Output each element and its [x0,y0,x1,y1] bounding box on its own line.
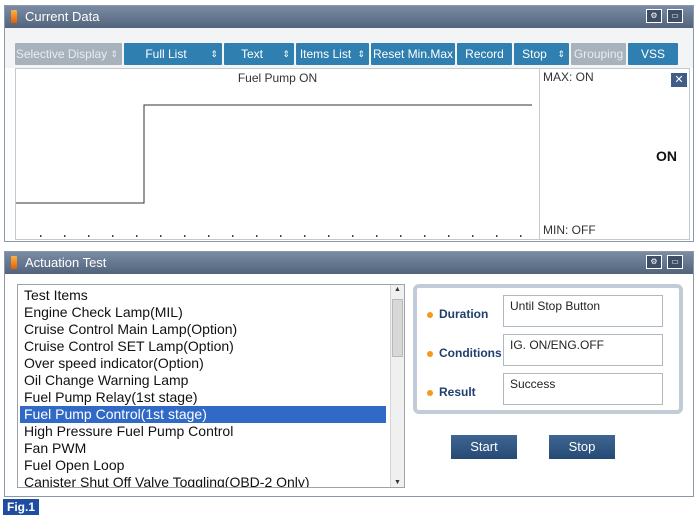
reset-min-max-button[interactable]: Reset Min.Max [371,43,455,65]
list-item[interactable]: Fuel Pump Relay(1st stage) [24,389,198,406]
close-graph-button[interactable]: ✕ [671,73,687,87]
selective-display-button[interactable]: Selective Display ⇕ [15,43,122,65]
maximize-icon[interactable]: ▭ [667,9,683,23]
tick-mark [64,235,66,237]
conditions-value: IG. ON/ENG.OFF [503,334,663,366]
list-header: Test Items [24,287,88,303]
list-item[interactable]: Cruise Control Main Lamp(Option) [24,321,237,338]
tick-mark [280,235,282,237]
list-item[interactable]: Fan PWM [24,440,86,457]
graph-plot [16,104,532,237]
tick-mark [448,235,450,237]
list-item[interactable]: Cruise Control SET Lamp(Option) [24,338,234,355]
grouping-label: Grouping [573,47,624,61]
stop-dropdown-label: Stop [522,47,547,61]
graph-tick-marks [40,235,522,237]
figure-label: Fig.1 [3,499,39,515]
tick-mark [328,235,330,237]
test-items-list: Test Items Engine Check Lamp(MIL) Cruise … [17,284,405,488]
list-item[interactable]: Canister Shut Off Valve Toggling(OBD-2 O… [24,474,310,487]
maximize-icon[interactable]: ▭ [667,255,683,269]
vss-button[interactable]: VSS [628,43,678,65]
tick-mark [520,235,522,237]
graph-value-panel: MAX: ON ✕ ON MIN: OFF [540,68,690,240]
max-label: MAX: ON [543,70,594,84]
tick-mark [472,235,474,237]
current-data-title: Current Data [25,9,100,24]
scroll-down-icon[interactable]: ▼ [391,479,404,486]
items-list-button[interactable]: Items List ⇕ [296,43,369,65]
tick-mark [136,235,138,237]
tick-mark [160,235,162,237]
tick-mark [424,235,426,237]
tick-mark [112,235,114,237]
tick-mark [184,235,186,237]
dropdown-arrow-icon: ⇕ [357,49,365,59]
dropdown-arrow-icon: ⇕ [210,49,218,59]
test-info-panel: Duration Until Stop Button Conditions IG… [413,284,683,414]
result-label: Result [427,385,476,399]
items-list-label: Items List [299,47,352,61]
actuation-test-panel: Actuation Test ⚙ ▭ Test Items Engine Che… [4,251,694,497]
current-data-panel: Current Data ⚙ ▭ Selective Display ⇕ Ful… [4,5,694,242]
full-list-label: Full List [145,47,187,61]
stop-button[interactable]: Stop [549,435,615,459]
current-data-toolbar: Selective Display ⇕ Full List ⇕ Text ⇕ I… [5,28,693,68]
tick-mark [496,235,498,237]
duration-value: Until Stop Button [503,295,663,327]
tick-mark [208,235,210,237]
tick-mark [352,235,354,237]
scroll-up-icon[interactable]: ▲ [391,286,404,293]
tick-mark [256,235,258,237]
fuel-pump-graph: Fuel Pump ON [15,68,540,240]
list-item[interactable]: Over speed indicator(Option) [24,355,204,372]
grouping-button[interactable]: Grouping [571,43,626,65]
actuation-test-titlebar: Actuation Test ⚙ ▭ [5,252,693,274]
start-button[interactable]: Start [451,435,517,459]
signal-line [16,104,532,204]
list-item[interactable]: Engine Check Lamp(MIL) [24,304,183,321]
text-label: Text [240,47,263,61]
reset-min-max-label: Reset Min.Max [372,47,454,61]
tick-mark [88,235,90,237]
duration-label: Duration [427,307,488,321]
current-data-titlebar: Current Data ⚙ ▭ [5,6,693,28]
dropdown-arrow-icon: ⇕ [557,49,565,59]
tick-mark [400,235,402,237]
tick-mark [40,235,42,237]
result-value: Success [503,373,663,405]
text-button[interactable]: Text ⇕ [224,43,294,65]
scroll-thumb[interactable] [392,299,403,357]
conditions-label: Conditions [427,346,502,360]
dropdown-arrow-icon: ⇕ [282,49,290,59]
min-label: MIN: OFF [543,223,596,237]
vss-label: VSS [640,47,665,61]
full-list-button[interactable]: Full List ⇕ [124,43,222,65]
panel-marker-icon [11,10,17,23]
settings-icon[interactable]: ⚙ [646,255,662,269]
panel-marker-icon [11,256,17,269]
list-item[interactable]: Fuel Pump Control(1st stage) [20,406,386,423]
list-item[interactable]: Fuel Open Loop [24,457,124,474]
list-item[interactable]: High Pressure Fuel Pump Control [24,423,233,440]
record-button[interactable]: Record [457,43,512,65]
settings-icon[interactable]: ⚙ [646,9,662,23]
tick-mark [304,235,306,237]
tick-mark [232,235,234,237]
record-label: Record [465,47,504,61]
dropdown-arrow-icon: ⇕ [110,49,118,59]
stop-dropdown-button[interactable]: Stop ⇕ [514,43,569,65]
tick-mark [376,235,378,237]
actuation-test-title: Actuation Test [25,255,107,270]
selective-display-label: Selective Display [15,47,108,61]
list-scrollbar[interactable]: ▲ ▼ [390,285,404,487]
current-value: ON [656,148,677,164]
list-item[interactable]: Oil Change Warning Lamp [24,372,188,389]
